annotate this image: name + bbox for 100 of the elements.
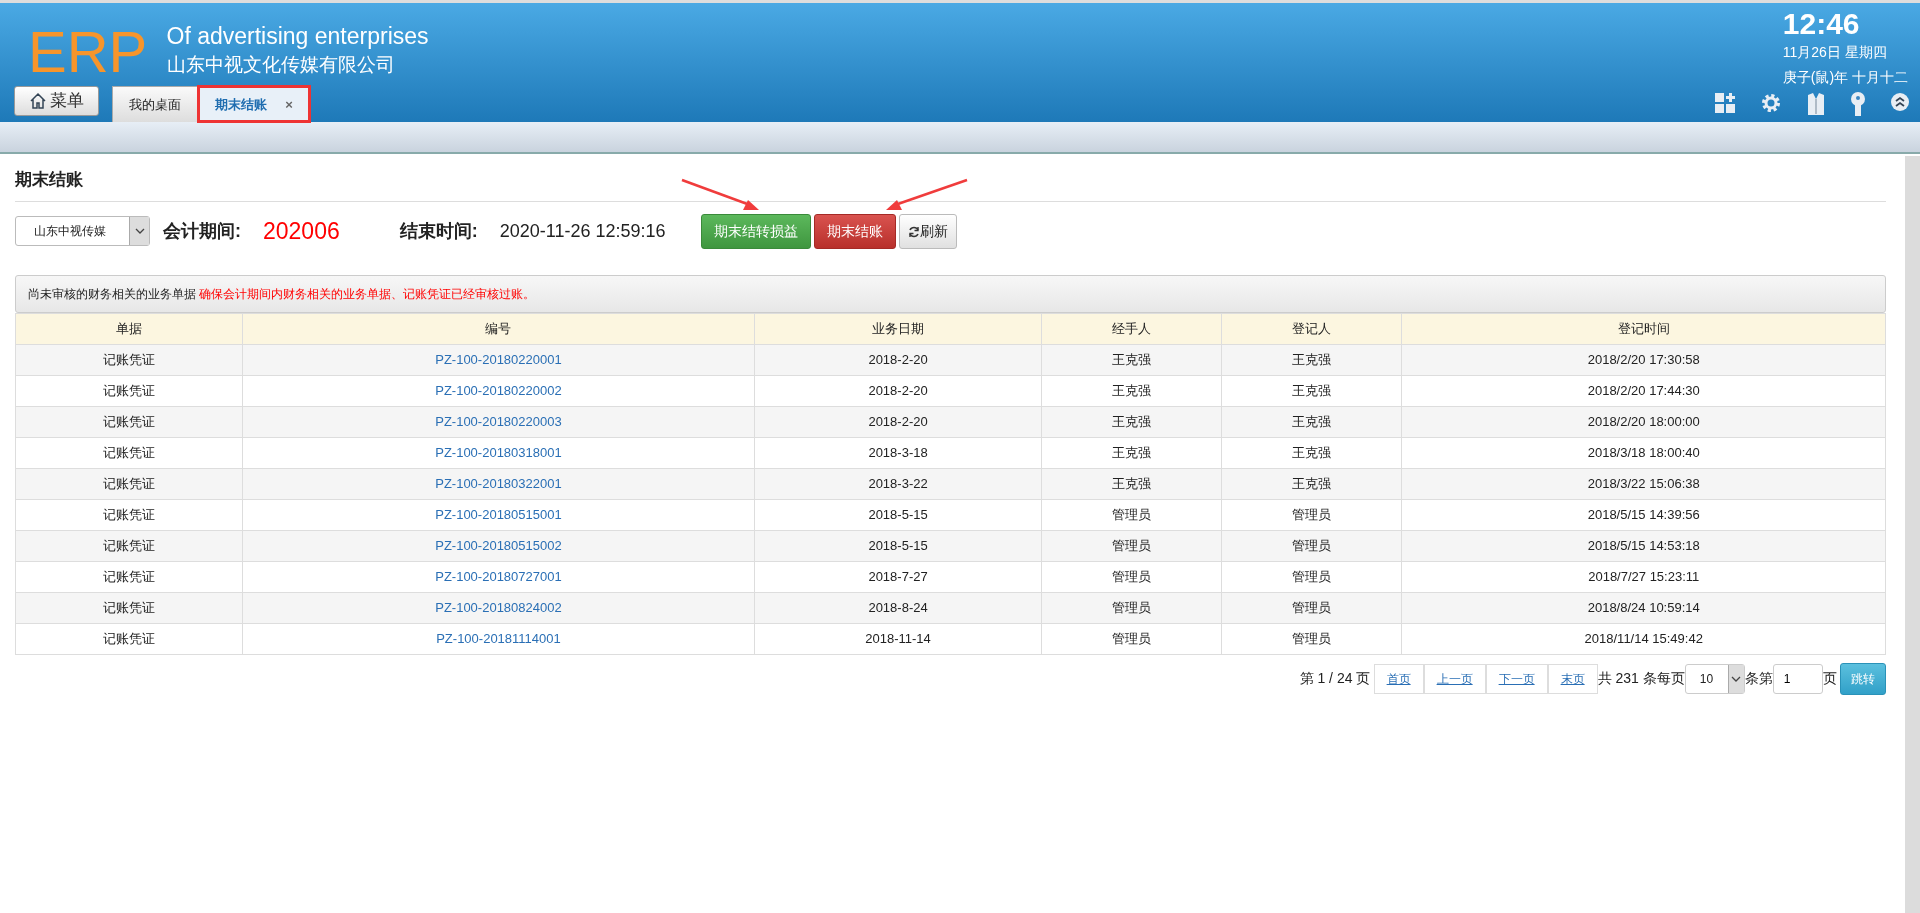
- voucher-link[interactable]: PZ-100-20181114001: [436, 630, 561, 646]
- clock-date: 11月26日 星期四: [1782, 43, 1888, 62]
- table-cell: 2018-2-20: [754, 344, 1042, 375]
- table-cell: 记账凭证: [15, 561, 243, 592]
- table-cell: 记账凭证: [15, 468, 243, 499]
- table-cell: 记账凭证: [15, 499, 243, 530]
- tab[interactable]: 期末结账 ×: [198, 86, 310, 122]
- lunar-date: 庚子(鼠)年 十月十二: [1782, 68, 1908, 87]
- voucher-link[interactable]: PZ-100-20180318001: [435, 444, 562, 460]
- pagination-link[interactable]: 上一页: [1423, 663, 1486, 694]
- table-cell: 王克强: [1041, 468, 1222, 499]
- table-cell: 管理员: [1221, 623, 1402, 654]
- settings-icon[interactable]: [1760, 92, 1782, 114]
- menu-button[interactable]: 菜单: [14, 86, 100, 116]
- table-cell: 王克强: [1041, 406, 1222, 437]
- table-cell: 记账凭证: [15, 406, 243, 437]
- table-cell: 管理员: [1041, 623, 1222, 654]
- page-title: 期末结账: [15, 164, 1886, 202]
- column-header: 登记时间: [1402, 313, 1886, 344]
- column-header: 业务日期: [754, 313, 1042, 344]
- table-cell: 王克强: [1221, 437, 1402, 468]
- table-cell: 管理员: [1041, 592, 1222, 623]
- tab[interactable]: 我的桌面: [112, 86, 199, 122]
- page-suffix: 页: [1822, 669, 1837, 688]
- period-value: 202006: [263, 216, 340, 246]
- company-select[interactable]: 山东中视传媒: [15, 216, 150, 246]
- table-cell: 王克强: [1221, 344, 1402, 375]
- pagination-link[interactable]: 末页: [1547, 663, 1598, 694]
- table-cell: 管理员: [1041, 561, 1222, 592]
- table-cell: 管理员: [1041, 499, 1222, 530]
- table-cell: 王克强: [1221, 468, 1402, 499]
- table-cell: 记账凭证: [15, 530, 243, 561]
- table-cell: 2018-7-27: [754, 561, 1042, 592]
- table-cell: 2018-3-18: [754, 437, 1042, 468]
- table-cell: 2018/8/24 10:59:14: [1402, 592, 1886, 623]
- key-icon[interactable]: [1850, 92, 1866, 116]
- table-cell: 管理员: [1221, 499, 1402, 530]
- voucher-link[interactable]: PZ-100-20180220003: [435, 413, 562, 429]
- page-info: 第 1 / 24 页: [1299, 669, 1371, 688]
- add-widget-icon[interactable]: [1714, 92, 1736, 114]
- action-button[interactable]: 刷新: [899, 213, 958, 249]
- company-name: 山东中视文化传媒有限公司: [166, 52, 396, 77]
- logo-text: ERP: [27, 18, 149, 81]
- voucher-link[interactable]: PZ-100-20180515001: [435, 506, 562, 522]
- period-label: 会计期间:: [163, 219, 241, 243]
- total-count: 共 231 条每页: [1597, 669, 1685, 688]
- table-cell: 2018-3-22: [754, 468, 1042, 499]
- table-cell: 管理员: [1221, 561, 1402, 592]
- collapse-icon[interactable]: [1890, 92, 1910, 112]
- table-cell: 记账凭证: [15, 344, 243, 375]
- page-number-field[interactable]: 1: [1772, 663, 1823, 694]
- table-cell: 2018-5-15: [754, 499, 1042, 530]
- home-icon: [29, 91, 47, 110]
- shirt-icon[interactable]: [1806, 92, 1826, 116]
- chevron-down-icon: [1731, 675, 1742, 682]
- voucher-link[interactable]: PZ-100-20180515002: [435, 537, 562, 553]
- pagination-link[interactable]: 下一页: [1485, 663, 1548, 694]
- table-cell: 2018/5/15 14:53:18: [1402, 530, 1886, 561]
- table-cell: 记账凭证: [15, 375, 243, 406]
- voucher-link[interactable]: PZ-100-20180220001: [435, 351, 562, 367]
- table-cell: 王克强: [1041, 437, 1222, 468]
- table-cell: 2018/5/15 14:39:56: [1402, 499, 1886, 530]
- scrollbar[interactable]: [1905, 156, 1920, 913]
- table-cell: 王克强: [1221, 406, 1402, 437]
- table-cell: 2018/3/22 15:06:38: [1402, 468, 1886, 499]
- table-cell: 管理员: [1041, 530, 1222, 561]
- table-cell: 记账凭证: [15, 592, 243, 623]
- table-cell: 2018-2-20: [754, 406, 1042, 437]
- table-cell: 2018/2/20 18:00:00: [1402, 406, 1886, 437]
- voucher-link[interactable]: PZ-100-20180727001: [435, 568, 562, 584]
- table-cell: 王克强: [1041, 344, 1222, 375]
- page-size-select[interactable]: 10: [1684, 663, 1745, 694]
- column-header: 单据: [15, 313, 243, 344]
- table-cell: 2018/7/27 15:23:11: [1402, 561, 1886, 592]
- table-cell: 2018-2-20: [754, 375, 1042, 406]
- column-header: 登记人: [1221, 313, 1402, 344]
- action-button[interactable]: 期末结账: [813, 213, 896, 249]
- notice-text: 尚未审核的财务相关的业务单据 确保会计期间内财务相关的业务单据、记账凭证已经审核过账。: [15, 274, 1886, 313]
- voucher-link[interactable]: PZ-100-20180220002: [435, 382, 562, 398]
- table-cell: 2018/3/18 18:00:40: [1402, 437, 1886, 468]
- table-cell: 管理员: [1221, 592, 1402, 623]
- table-cell: 2018-8-24: [754, 592, 1042, 623]
- table-cell: 2018-11-14: [754, 623, 1042, 654]
- end-time-value: 2020-11-26 12:59:16: [499, 219, 666, 243]
- column-header: 经手人: [1041, 313, 1222, 344]
- pagination-link[interactable]: 首页: [1373, 663, 1424, 694]
- voucher-link[interactable]: PZ-100-20180322001: [435, 475, 562, 491]
- table-cell: 2018/2/20 17:44:30: [1402, 375, 1886, 406]
- action-button[interactable]: 期末结转损益: [700, 213, 811, 249]
- table-cell: 管理员: [1221, 530, 1402, 561]
- chevron-down-icon: [134, 228, 145, 234]
- table-cell: 2018/11/14 15:49:42: [1402, 623, 1886, 654]
- clock-time: 12:46: [1782, 7, 1861, 40]
- voucher-link[interactable]: PZ-100-20180824002: [435, 599, 562, 615]
- column-header: 编号: [242, 313, 755, 344]
- close-button[interactable]: ×: [285, 94, 293, 115]
- table-cell: 王克强: [1221, 375, 1402, 406]
- table-cell: 记账凭证: [15, 623, 243, 654]
- app-subtitle: Of advertising enterprises: [166, 23, 429, 51]
- table-cell: 王克强: [1041, 375, 1222, 406]
